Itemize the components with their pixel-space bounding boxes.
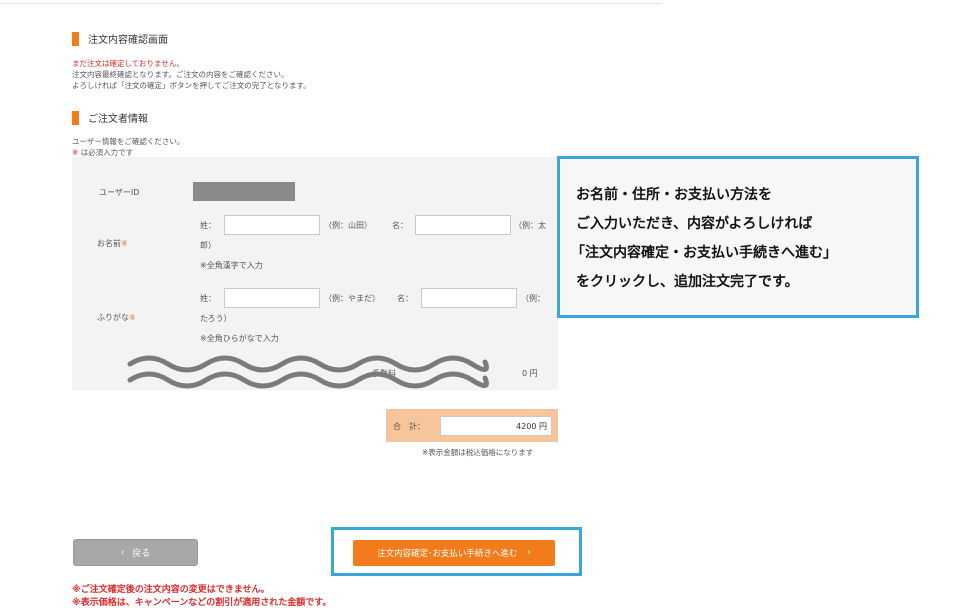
- sei-label: 姓：: [200, 294, 216, 303]
- omission-wave-icon: [127, 355, 489, 389]
- section-marker: [72, 31, 79, 46]
- callout-line3: 「注文内容確定・お支払い手続きへ進む」: [571, 245, 837, 261]
- user-id-masked-value: [193, 182, 295, 201]
- callout-line4: をクリックし、追加注文完了です。: [576, 274, 799, 290]
- required-text: は必須入力です: [80, 148, 134, 157]
- back-button[interactable]: ‹ 戻る: [73, 539, 198, 566]
- first-name-kana-input[interactable]: [421, 288, 517, 308]
- name-label-text: お名前: [97, 239, 121, 248]
- confirm-info-line1: 注文内容最終確認となります。ご注文の内容をご確認ください。: [72, 70, 289, 79]
- furigana-label-text: ふりがな: [97, 313, 129, 322]
- no-change-note: ※ご注文確定後の注文内容の変更はできません。: [72, 585, 270, 595]
- chevron-left-icon: ‹: [120, 547, 125, 558]
- callout-line1: お名前・住所・お支払い方法を: [576, 187, 772, 203]
- mei-label: 名：: [397, 294, 413, 303]
- total-value: 4200 円: [440, 416, 552, 436]
- callout-line2: ご入力いただき、内容がよろしければ: [576, 216, 813, 232]
- first-name-example-cont: 郎）: [200, 241, 216, 250]
- tax-note: ※表示金額は税込価格になります: [422, 448, 534, 457]
- first-name-kana-example: （例：: [521, 294, 545, 303]
- orderer-section-title: ご注文者情報: [88, 114, 148, 125]
- last-name-kana-input[interactable]: [224, 288, 320, 308]
- furigana-label: ふりがな※: [97, 312, 136, 323]
- required-mark: ※: [121, 239, 128, 248]
- fee-value: 0 円: [522, 369, 538, 378]
- name-label: お名前※: [97, 238, 128, 249]
- sei-label: 姓：: [200, 221, 216, 230]
- confirm-order-button-label: 注文内容確定･お支払い手続きへ進む: [377, 549, 518, 559]
- user-id-label: ユーザーID: [99, 188, 140, 197]
- section-marker: [72, 110, 79, 125]
- name-input-note: ※全角漢字で入力: [200, 261, 263, 270]
- confirm-section-title: 注文内容確認画面: [88, 35, 168, 46]
- not-confirmed-warning: まだ注文は確定しておりません。: [72, 59, 184, 68]
- last-name-example: （例：山田）: [324, 221, 372, 230]
- first-name-example: （例：太: [514, 221, 546, 230]
- top-divider: [0, 3, 662, 4]
- price-note: ※表示価格は、キャンペーンなどの割引が適用された金額です。: [72, 598, 332, 608]
- orderer-section-heading: ご注文者情報: [72, 110, 148, 125]
- furigana-input-note: ※全角ひらがなで入力: [200, 334, 279, 343]
- mei-label: 名：: [392, 221, 408, 230]
- required-mark: ※: [129, 313, 136, 322]
- first-name-input[interactable]: [415, 215, 511, 235]
- orderer-info-line1: ユーザー情報をご確認ください。: [72, 137, 185, 146]
- last-name-kana-example: （例：やまだ）: [324, 294, 380, 303]
- first-name-kana-example-cont: たろう）: [200, 314, 232, 323]
- instruction-callout: お名前・住所・お支払い方法を ご入力いただき、内容がよろしければ 「注文内容確定…: [557, 156, 919, 318]
- confirm-section-heading: 注文内容確認画面: [72, 31, 168, 46]
- total-label: 合 計：: [393, 422, 425, 431]
- last-name-input[interactable]: [224, 215, 320, 235]
- back-button-label: 戻る: [132, 549, 151, 559]
- required-mark: ※: [72, 148, 79, 157]
- confirm-order-button[interactable]: 注文内容確定･お支払い手続きへ進む ›: [353, 540, 555, 566]
- confirm-info-line2: よろしければ「注文の確定」ボタンを押してご注文の完了となります。: [72, 81, 311, 90]
- chevron-right-icon: ›: [527, 548, 531, 558]
